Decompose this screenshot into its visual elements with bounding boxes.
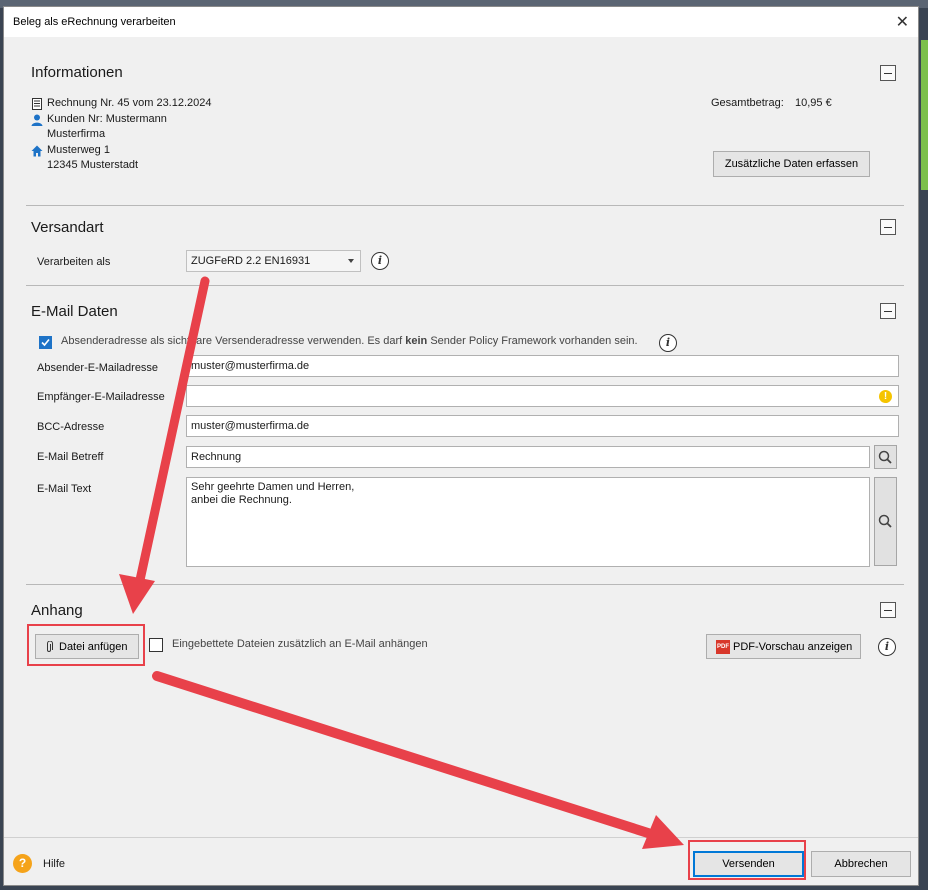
anhang-info-icon[interactable]: i bbox=[878, 638, 896, 656]
title-bar: Beleg als eRechnung verarbeiten ✕ bbox=[4, 7, 918, 37]
home-icon bbox=[31, 145, 43, 157]
dialog-window: Beleg als eRechnung verarbeiten ✕ Inform… bbox=[3, 6, 919, 886]
footer-separator bbox=[4, 837, 918, 838]
cancel-button[interactable]: Abbrechen bbox=[811, 851, 911, 877]
company-name: Musterfirma bbox=[47, 128, 106, 140]
pdf-preview-button[interactable]: PDF PDF-Vorschau anzeigen bbox=[706, 634, 861, 659]
bcc-label: BCC-Adresse bbox=[37, 421, 105, 433]
document-icon bbox=[32, 98, 42, 110]
collapse-informationen-button[interactable] bbox=[880, 65, 896, 81]
subject-input[interactable]: Rechnung bbox=[186, 446, 870, 468]
person-icon bbox=[31, 114, 43, 126]
additional-data-button[interactable]: Zusätzliche Daten erfassen bbox=[713, 151, 870, 177]
sender-visible-text: Absenderadresse als sichtbare Versendera… bbox=[61, 335, 638, 347]
window-title: Beleg als eRechnung verarbeiten bbox=[13, 16, 176, 28]
bcc-email-input[interactable]: muster@musterfirma.de bbox=[186, 415, 899, 437]
versand-select[interactable]: ZUGFeRD 2.2 EN16931 bbox=[186, 250, 361, 272]
section-title-versandart: Versandart bbox=[31, 219, 104, 236]
pdf-preview-label: PDF-Vorschau anzeigen bbox=[733, 641, 853, 653]
total-label: Gesamtbetrag: bbox=[711, 97, 784, 109]
help-label[interactable]: Hilfe bbox=[43, 858, 65, 870]
magnifier-icon bbox=[878, 450, 892, 464]
checkmark-icon bbox=[41, 338, 50, 347]
background-accent-bar bbox=[921, 40, 928, 190]
body-search-button[interactable] bbox=[874, 477, 897, 566]
collapse-email-button[interactable] bbox=[880, 303, 896, 319]
city-address: 12345 Musterstadt bbox=[47, 159, 139, 171]
body-label: E-Mail Text bbox=[37, 483, 92, 495]
sender-visible-checkbox[interactable] bbox=[39, 336, 52, 349]
collapse-versandart-button[interactable] bbox=[880, 219, 896, 235]
section-title-anhang: Anhang bbox=[31, 602, 83, 619]
warning-icon: ! bbox=[879, 390, 892, 403]
sender-visible-text-part: Sender Policy Framework vorhanden sein. bbox=[427, 335, 638, 347]
email-info-icon[interactable]: i bbox=[659, 334, 677, 352]
separator bbox=[26, 285, 904, 286]
separator bbox=[26, 205, 904, 206]
section-title-informationen: Informationen bbox=[31, 64, 123, 81]
highlight-attach-button bbox=[27, 624, 145, 666]
versand-info-icon[interactable]: i bbox=[371, 252, 389, 270]
close-icon[interactable]: ✕ bbox=[896, 12, 909, 32]
invoice-info: Rechnung Nr. 45 vom 23.12.2024 bbox=[47, 97, 212, 109]
sender-email-input[interactable]: muster@musterfirma.de bbox=[186, 355, 899, 377]
versand-label: Verarbeiten als bbox=[37, 256, 111, 268]
separator bbox=[26, 584, 904, 585]
collapse-anhang-button[interactable] bbox=[880, 602, 896, 618]
highlight-send-button bbox=[688, 840, 806, 880]
versand-selected-value: ZUGFeRD 2.2 EN16931 bbox=[191, 255, 311, 267]
magnifier-icon bbox=[878, 514, 892, 528]
sender-label: Absender-E-Mailadresse bbox=[37, 362, 159, 374]
background-edge bbox=[921, 190, 928, 890]
body-textarea[interactable]: Sehr geehrte Damen und Herren, anbei die… bbox=[186, 477, 870, 567]
total-value: 10,95 € bbox=[795, 97, 832, 109]
dialog-content: Informationen Rechnung Nr. 45 vom 23.12.… bbox=[4, 37, 918, 837]
section-title-email: E-Mail Daten bbox=[31, 303, 118, 320]
sender-visible-text-part: Absenderadresse als sichtbare Versendera… bbox=[61, 335, 406, 347]
embed-files-label: Eingebettete Dateien zusätzlich an E-Mai… bbox=[172, 638, 428, 650]
recipient-email-input[interactable] bbox=[186, 385, 899, 407]
sender-visible-text-bold: kein bbox=[405, 335, 428, 347]
chevron-down-icon bbox=[348, 259, 354, 263]
subject-label: E-Mail Betreff bbox=[37, 451, 104, 463]
subject-search-button[interactable] bbox=[874, 445, 897, 469]
street-address: Musterweg 1 bbox=[47, 144, 110, 156]
pdf-icon: PDF bbox=[716, 640, 730, 654]
embed-files-checkbox[interactable] bbox=[149, 638, 163, 652]
help-icon[interactable]: ? bbox=[13, 854, 32, 873]
customer-info: Kunden Nr: Mustermann bbox=[47, 113, 167, 125]
recipient-label: Empfänger-E-Mailadresse bbox=[37, 391, 165, 403]
